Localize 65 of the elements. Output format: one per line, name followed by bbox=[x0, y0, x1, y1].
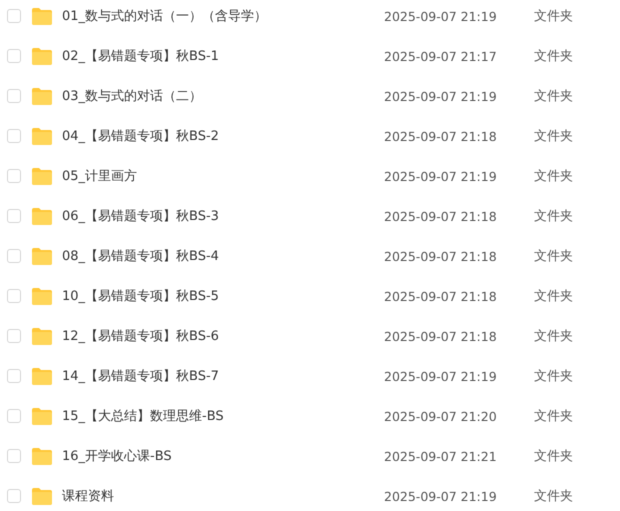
file-type: 文件夹 bbox=[534, 168, 573, 185]
folder-icon bbox=[32, 368, 52, 384]
folder-icon bbox=[32, 248, 52, 264]
modified-time: 2025-09-07 21:19 bbox=[384, 88, 498, 104]
file-name[interactable]: 02_【易错题专项】秋BS-1 bbox=[62, 47, 384, 65]
file-name[interactable]: 03_数与式的对话（二） bbox=[62, 87, 384, 105]
folder-icon bbox=[32, 488, 52, 504]
file-type: 文件夹 bbox=[534, 408, 573, 425]
folder-icon bbox=[32, 208, 52, 224]
checkbox[interactable] bbox=[7, 209, 21, 223]
file-name[interactable]: 16_开学收心课-BS bbox=[62, 447, 384, 465]
modified-time: 2025-09-07 21:18 bbox=[384, 328, 498, 344]
modified-time: 2025-09-07 21:19 bbox=[384, 368, 498, 384]
folder-icon bbox=[32, 328, 52, 344]
modified-time: 2025-09-07 21:18 bbox=[384, 128, 498, 144]
folder-icon bbox=[32, 408, 52, 424]
checkbox[interactable] bbox=[7, 409, 21, 423]
modified-time: 2025-09-07 21:18 bbox=[384, 288, 498, 304]
file-type: 文件夹 bbox=[534, 8, 573, 25]
modified-time: 2025-09-07 21:19 bbox=[384, 488, 498, 504]
modified-time: 2025-09-07 21:19 bbox=[384, 8, 498, 24]
file-name[interactable]: 12_【易错题专项】秋BS-6 bbox=[62, 327, 384, 345]
checkbox[interactable] bbox=[7, 9, 21, 23]
modified-time: 2025-09-07 21:20 bbox=[384, 408, 498, 424]
file-type: 文件夹 bbox=[534, 128, 573, 145]
file-name[interactable]: 05_计里画方 bbox=[62, 167, 384, 185]
file-type: 文件夹 bbox=[534, 88, 573, 105]
checkbox[interactable] bbox=[7, 89, 21, 103]
file-name[interactable]: 04_【易错题专项】秋BS-2 bbox=[62, 127, 384, 145]
file-name[interactable]: 06_【易错题专项】秋BS-3 bbox=[62, 207, 384, 225]
file-type: 文件夹 bbox=[534, 288, 573, 305]
checkbox[interactable] bbox=[7, 449, 21, 463]
file-type: 文件夹 bbox=[534, 368, 573, 385]
folder-icon bbox=[32, 8, 52, 24]
file-name[interactable]: 14_【易错题专项】秋BS-7 bbox=[62, 367, 384, 385]
checkbox[interactable] bbox=[7, 129, 21, 143]
folder-icon bbox=[32, 48, 52, 64]
checkbox[interactable] bbox=[7, 329, 21, 343]
file-type: 文件夹 bbox=[534, 328, 573, 345]
file-type: 文件夹 bbox=[534, 208, 573, 225]
file-type: 文件夹 bbox=[534, 48, 573, 65]
folder-icon bbox=[32, 288, 52, 304]
modified-time: 2025-09-07 21:21 bbox=[384, 448, 498, 464]
folder-icon bbox=[32, 448, 52, 464]
file-type: 文件夹 bbox=[534, 488, 573, 505]
file-type: 文件夹 bbox=[534, 448, 573, 465]
checkbox[interactable] bbox=[7, 289, 21, 303]
modified-time: 2025-09-07 21:18 bbox=[384, 248, 498, 264]
file-type: 文件夹 bbox=[534, 248, 573, 265]
file-name[interactable]: 15_【大总结】数理思维-BS bbox=[62, 407, 384, 425]
folder-icon bbox=[32, 88, 52, 104]
checkbox[interactable] bbox=[7, 49, 21, 63]
file-name[interactable]: 课程资料 bbox=[62, 487, 384, 505]
checkbox[interactable] bbox=[7, 489, 21, 503]
file-name[interactable]: 01_数与式的对话（一）（含导学） bbox=[62, 7, 384, 25]
checkbox[interactable] bbox=[7, 169, 21, 183]
file-name[interactable]: 10_【易错题专项】秋BS-5 bbox=[62, 287, 384, 305]
folder-icon bbox=[32, 168, 52, 184]
folder-icon bbox=[32, 128, 52, 144]
checkbox[interactable] bbox=[7, 369, 21, 383]
modified-time: 2025-09-07 21:19 bbox=[384, 168, 498, 184]
modified-time: 2025-09-07 21:18 bbox=[384, 208, 498, 224]
modified-time: 2025-09-07 21:17 bbox=[384, 48, 498, 64]
file-name[interactable]: 08_【易错题专项】秋BS-4 bbox=[62, 247, 384, 265]
checkbox[interactable] bbox=[7, 249, 21, 263]
